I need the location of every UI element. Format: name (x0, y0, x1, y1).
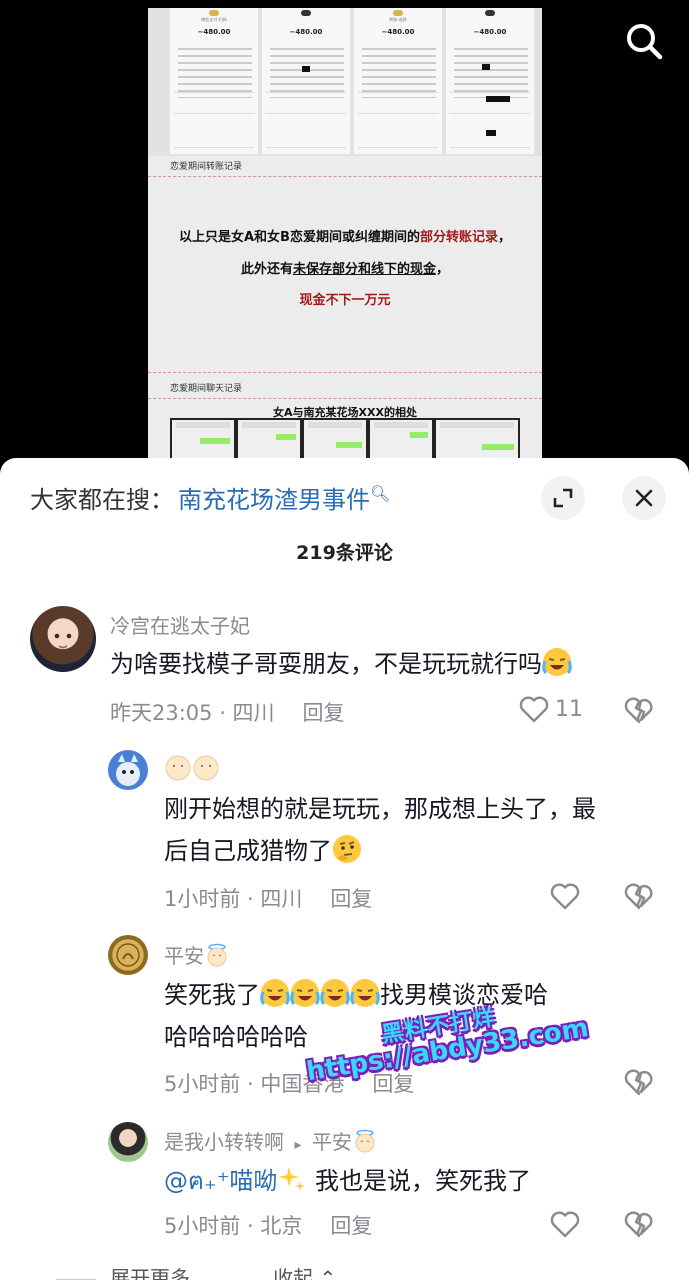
section-heading-transfer: 恋爱期间转账记录 (148, 158, 542, 176)
trending-search[interactable]: 大家都在搜： 南充花场渣男事件🔍︎ (30, 480, 390, 515)
broken-heart-icon[interactable] (624, 1210, 654, 1238)
expand-button[interactable] (541, 476, 585, 520)
receipt-amount: −480.00 (289, 28, 323, 36)
like-button[interactable]: 11 (519, 695, 583, 723)
doc-line-3: 现金不下一万元 (299, 293, 391, 308)
comment-username[interactable] (164, 754, 220, 787)
trending-search-link[interactable]: 南充花场渣男事件 (178, 486, 370, 514)
comment-time: 昨天23:05 · 四川 (110, 701, 275, 725)
heart-icon[interactable] (550, 882, 580, 910)
comment-time: 1小时前 · 四川 (164, 887, 303, 911)
angel-emoji-icon (207, 943, 227, 967)
crying-laughing-emoji-icon (350, 979, 380, 1007)
avatar[interactable] (108, 750, 148, 790)
avatar[interactable] (30, 606, 96, 672)
section-heading-chat: 恋爱期间聊天记录 (148, 380, 542, 398)
reply-to-username[interactable]: 平安 (312, 1130, 352, 1154)
close-icon (635, 489, 653, 507)
close-button[interactable] (622, 476, 666, 520)
receipt-amount: −480.00 (381, 28, 415, 36)
comment-text: 哈哈哈哈哈哈 (164, 1023, 308, 1051)
crying-laughing-emoji-icon (320, 979, 350, 1007)
broken-heart-icon[interactable] (624, 882, 654, 910)
avatar[interactable] (108, 935, 148, 975)
comment-text: 刚开始想的就是玩玩，那成想上头了，最 (164, 795, 596, 823)
receipt-card: −480.00 (446, 8, 534, 154)
comment-time: 5小时前 · 北京 (164, 1214, 303, 1238)
post-media[interactable]: 微信支付-扫码 −480.00 −480.00 转账-退款 −480.00 −4… (0, 0, 689, 470)
receipt-amount: −480.00 (197, 28, 231, 36)
receipt-caption: 微信支付-扫码 (201, 17, 227, 22)
comment-meta: 昨天23:05 · 四川 回复 (110, 697, 345, 727)
search-icon[interactable] (622, 20, 666, 64)
comment-count: 219条评论 (296, 542, 393, 564)
receipt-card: 转账-退款 −480.00 (354, 8, 442, 154)
expand-replies-button[interactable]: 展开更多 (110, 1266, 190, 1280)
receipt-caption: 转账-退款 (389, 17, 407, 22)
heart-icon[interactable] (550, 1210, 580, 1238)
crying-laughing-emoji-icon (290, 979, 320, 1007)
collapse-replies-button[interactable]: 收起 (273, 1266, 313, 1280)
comment-username[interactable]: 冷宫在逃太子妃 (110, 610, 250, 639)
broken-heart-icon[interactable] (624, 696, 654, 724)
comment-text: @ฅ₊⁺喵呦 我也是说，笑死我了 (164, 1160, 531, 1202)
username-emoji-icon (165, 755, 219, 781)
comment-text: 为啥要找模子哥耍朋友，不是玩玩就行吗 (110, 643, 572, 685)
thinking-emoji-icon (333, 835, 361, 863)
more-replies-row: 展开更多 ⌄ 收起 ⌃ (56, 1262, 336, 1280)
search-icon: 🔍︎ (370, 484, 391, 503)
doc-line-1: 以上只是女A和女B恋爱期间或纠缠期间的部分转账记录， (178, 230, 511, 245)
document-image: 微信支付-扫码 −480.00 −480.00 转账-退款 −480.00 −4… (148, 8, 542, 470)
receipt-amount: −480.00 (473, 28, 507, 36)
reply-button[interactable]: 回复 (330, 887, 372, 911)
receipt-card: 微信支付-扫码 −480.00 (170, 8, 258, 154)
receipt-card: −480.00 (262, 8, 350, 154)
comment-text: 后自己成猎物了 (164, 830, 362, 872)
angel-emoji-icon (355, 1129, 375, 1153)
mention-link[interactable]: @ฅ₊⁺喵呦 (164, 1167, 277, 1195)
reply-button[interactable]: 回复 (303, 701, 345, 725)
expand-icon (553, 488, 573, 508)
comment-username[interactable]: 平安 (164, 940, 230, 969)
comment-meta: 1小时前 · 四川 回复 (164, 883, 372, 913)
heart-icon (519, 696, 549, 723)
crying-laughing-emoji-icon (542, 648, 572, 676)
doc-line-2: 此外还有未保存部分和线下的现金， (240, 262, 450, 277)
avatar[interactable] (108, 1122, 148, 1162)
sparkles-icon (279, 1167, 306, 1191)
reply-button[interactable]: 回复 (330, 1214, 372, 1238)
comment-meta: 5小时前 · 北京 回复 (164, 1210, 372, 1240)
like-count: 11 (555, 696, 583, 722)
trending-label: 大家都在搜： (30, 486, 174, 514)
comment-username[interactable]: 是我小转转啊 ▸ 平安 (164, 1126, 378, 1155)
crying-laughing-emoji-icon (260, 979, 290, 1007)
broken-heart-icon[interactable] (624, 1068, 654, 1096)
receipt-strip: 微信支付-扫码 −480.00 −480.00 转账-退款 −480.00 −4… (148, 8, 542, 156)
